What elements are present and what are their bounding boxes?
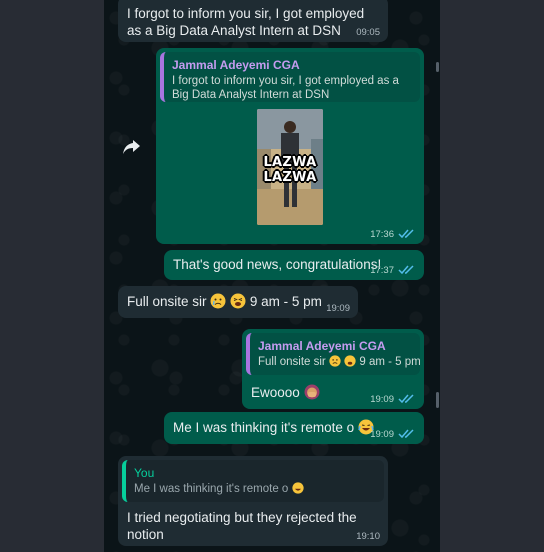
crying-face-emoji <box>329 355 341 367</box>
quote-text-after: 9 am - 5 pm <box>359 356 421 368</box>
message-outgoing[interactable]: Jammal Adeyemi CGA I forgot to inform yo… <box>156 48 424 244</box>
message-text: Ewoooo <box>251 384 320 401</box>
message-outgoing[interactable]: Me I was thinking it's remote o 19:09 <box>164 412 424 444</box>
double-check-icon <box>398 429 414 439</box>
forward-icon[interactable] <box>122 138 142 156</box>
quote-text-before: Full onsite sir <box>258 356 326 368</box>
quote-author: You <box>134 466 155 480</box>
message-outgoing[interactable]: That's good news, congratulations! 17:37 <box>164 250 424 280</box>
crying-face-emoji <box>210 293 226 309</box>
sticker[interactable]: LAZWA LAZWA <box>257 109 323 225</box>
message-text-before: Full onsite sir <box>127 294 207 309</box>
chat-area[interactable]: I forgot to inform you sir, I got employ… <box>104 0 440 552</box>
message-text-content: Me I was thinking it's remote o <box>173 420 355 435</box>
message-text: Me I was thinking it's remote o <box>173 419 374 436</box>
scroll-indicator[interactable] <box>436 62 439 72</box>
message-time: 17:37 <box>370 265 394 276</box>
message-text: Full onsite sir 9 am - 5 pm <box>127 293 322 310</box>
tired-face-emoji <box>230 293 246 309</box>
tired-face-emoji <box>344 355 356 367</box>
message-time: 19:09 <box>370 429 394 440</box>
reply-quote[interactable]: Jammal Adeyemi CGA Full onsite sir 9 am … <box>246 333 421 375</box>
quote-text: Me I was thinking it's remote o <box>134 482 376 496</box>
message-time: 19:09 <box>370 394 394 405</box>
message-time: 19:10 <box>356 531 380 542</box>
quote-text-content: Me I was thinking it's remote o <box>134 483 289 495</box>
message-text-after: 9 am - 5 pm <box>249 294 322 309</box>
double-check-icon <box>398 394 414 404</box>
reply-quote[interactable]: Jammal Adeyemi CGA I forgot to inform yo… <box>160 52 420 102</box>
quote-author: Jammal Adeyemi CGA <box>172 58 300 72</box>
message-text: I forgot to inform you sir, I got employ… <box>127 6 365 38</box>
reply-quote[interactable]: You Me I was thinking it's remote o <box>122 460 384 502</box>
message-incoming[interactable]: You Me I was thinking it's remote o I tr… <box>118 456 388 546</box>
sticker-caption: LAZWA LAZWA <box>263 155 317 185</box>
message-incoming[interactable]: I forgot to inform you sir, I got employ… <box>118 0 388 42</box>
double-check-icon <box>398 229 414 239</box>
message-text: That's good news, congratulations! <box>173 257 382 272</box>
message-outgoing[interactable]: Jammal Adeyemi CGA Full onsite sir 9 am … <box>242 329 424 409</box>
quote-text: I forgot to inform you sir, I got employ… <box>172 75 399 101</box>
double-check-icon <box>398 265 414 275</box>
message-time: 09:05 <box>356 27 380 38</box>
message-time: 17:36 <box>370 229 394 240</box>
scroll-indicator[interactable] <box>436 392 439 408</box>
message-time: 19:09 <box>326 303 350 314</box>
quote-text: Full onsite sir 9 am - 5 pm <box>258 355 421 369</box>
face-palm-emoji <box>304 384 320 400</box>
quote-author: Jammal Adeyemi CGA <box>258 339 386 353</box>
message-text: I tried negotiating but they rejected th… <box>127 510 357 542</box>
message-incoming[interactable]: Full onsite sir 9 am - 5 pm 19:09 <box>118 286 358 318</box>
message-text-content: Ewoooo <box>251 385 300 400</box>
laughing-emoji <box>291 482 304 494</box>
